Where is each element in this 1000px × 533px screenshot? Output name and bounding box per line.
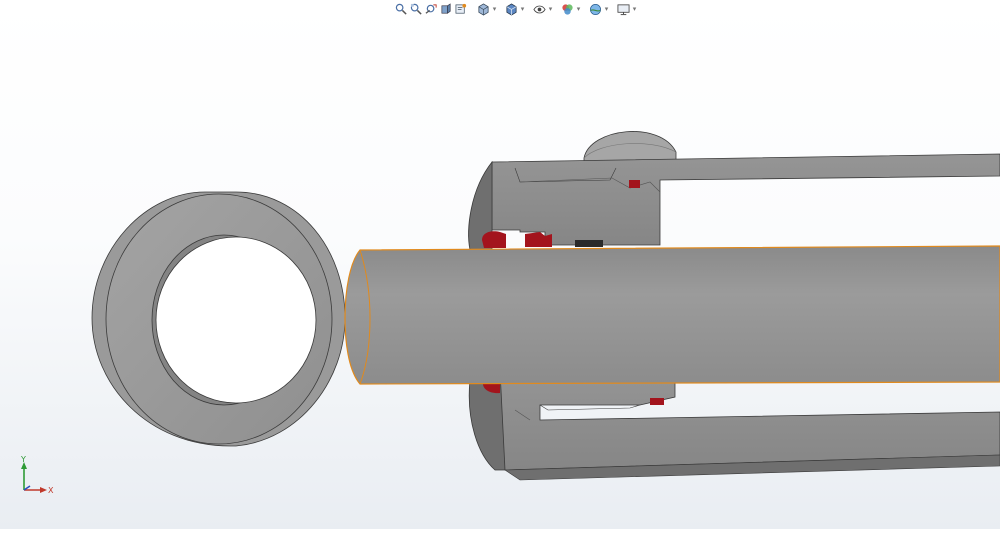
previous-view-icon — [425, 3, 438, 16]
model-view[interactable] — [0, 0, 1000, 529]
chevron-down-icon[interactable]: ▾ — [547, 1, 554, 17]
view-settings-icon — [617, 3, 630, 16]
piston-rod[interactable] — [344, 245, 1000, 385]
chevron-down-icon[interactable]: ▾ — [575, 1, 582, 17]
chevron-down-icon[interactable]: ▾ — [603, 1, 610, 17]
zoom-to-fit-button[interactable] — [394, 1, 408, 17]
hide-show-items-icon — [532, 3, 546, 16]
zoom-to-area-button[interactable] — [409, 1, 423, 17]
edit-appearance-icon — [561, 3, 574, 16]
view-settings-button[interactable] — [616, 1, 630, 17]
apply-scene-button[interactable] — [588, 1, 602, 17]
wiper-seal-top[interactable] — [482, 231, 506, 248]
section-view-button[interactable] — [439, 1, 453, 17]
display-style-button[interactable] — [504, 1, 518, 17]
o-ring-top[interactable] — [629, 180, 640, 188]
graphics-viewport[interactable]: ▾ ▾ ▾ ▾ ▾ ▾ Y X — [0, 0, 1000, 529]
edit-appearance-button[interactable] — [560, 1, 574, 17]
chevron-down-icon[interactable]: ▾ — [491, 1, 498, 17]
previous-view-button[interactable] — [424, 1, 438, 17]
heads-up-view-toolbar: ▾ ▾ ▾ ▾ ▾ ▾ — [394, 0, 643, 18]
port-boss[interactable] — [583, 131, 677, 163]
hide-show-items-button[interactable] — [532, 1, 546, 17]
chevron-down-icon[interactable]: ▾ — [631, 1, 638, 17]
display-style-icon — [505, 2, 518, 16]
zoom-to-area-icon — [410, 3, 423, 16]
dynamic-annotation-button[interactable] — [454, 1, 468, 17]
chevron-down-icon[interactable]: ▾ — [519, 1, 526, 17]
rod-eye-ring[interactable] — [91, 191, 346, 447]
o-ring-bottom[interactable] — [650, 398, 664, 405]
triad-y-label: Y — [20, 455, 26, 464]
dynamic-annotation-icon — [455, 3, 468, 16]
section-view-icon — [440, 2, 453, 16]
apply-scene-icon — [589, 3, 602, 16]
x-arrow — [40, 487, 47, 493]
view-orientation-button[interactable] — [476, 1, 490, 17]
triad-x-label: X — [48, 486, 54, 495]
reference-triad: Y X — [20, 455, 54, 495]
wear-band-top[interactable] — [575, 240, 603, 247]
view-orientation-icon — [477, 2, 490, 16]
zoom-to-fit-icon — [395, 3, 408, 16]
